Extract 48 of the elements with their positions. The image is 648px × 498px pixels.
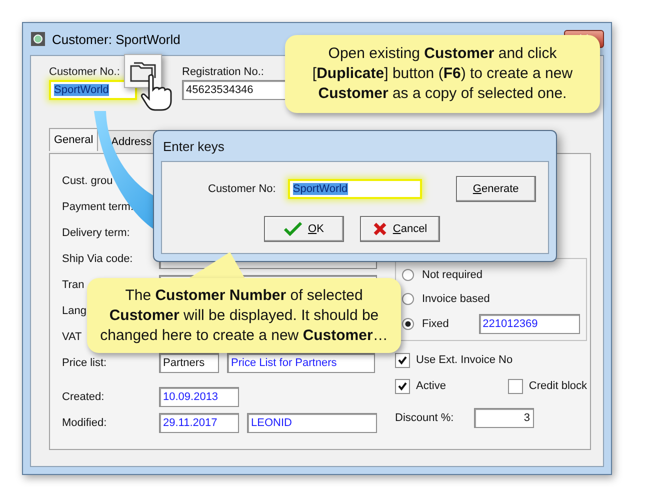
field-label: Ship Via code:	[62, 253, 133, 265]
hint-tooltip: Open existing Customer and click [Duplicate] button (F6) to create a new Customer as a copy of selected one.	[285, 35, 600, 113]
field-label: Lang	[62, 305, 86, 317]
field-label: VAT	[62, 331, 82, 343]
duplicate-button[interactable]	[124, 54, 162, 88]
checkbox-label: Use Ext. Invoice No	[416, 354, 513, 366]
modified-by-field[interactable]: LEONID	[247, 413, 377, 433]
field-label: Cust. grou	[62, 175, 113, 187]
price-list-name-field[interactable]: Price List for Partners	[227, 353, 375, 373]
field-label: Discount %:	[395, 412, 455, 424]
radio-button[interactable]	[402, 318, 414, 330]
app-icon	[30, 31, 46, 47]
window-title: Customer: SportWorld	[52, 32, 180, 46]
field-label: Customer No.:	[49, 66, 121, 78]
field-label: Customer No:	[208, 183, 276, 195]
checkbox[interactable]	[395, 378, 410, 394]
checkbox-label: Active	[416, 380, 446, 392]
folder-icon	[130, 60, 156, 82]
dialog-title: Enter keys	[162, 138, 226, 156]
discount-field[interactable]: 3	[474, 408, 534, 428]
price-list-code-field[interactable]: Partners	[159, 353, 219, 373]
field-label: Modified:	[62, 417, 107, 429]
checkbox[interactable]	[508, 378, 523, 394]
radio-label: Fixed	[422, 318, 450, 330]
field-label: Payment term:	[62, 201, 134, 213]
field-label: Registration No.:	[182, 66, 265, 78]
customer-no-field[interactable]: SportWorld	[49, 80, 137, 100]
cancel-button[interactable]: Cancel	[360, 216, 440, 242]
hand-cursor-icon	[140, 74, 174, 112]
field-label: Delivery term:	[62, 227, 130, 239]
checkbox-label: Credit block	[528, 380, 587, 392]
created-date-field[interactable]: 10.09.2013	[159, 387, 239, 407]
check-icon	[284, 222, 302, 236]
field-label: Created:	[62, 391, 104, 403]
tab[interactable]: General	[49, 128, 98, 151]
ok-button[interactable]: OK	[264, 216, 344, 242]
cross-icon	[372, 222, 387, 236]
radio-label: Invoice based	[422, 293, 490, 306]
radio-label: Not required	[422, 269, 483, 282]
customer-no-field[interactable]: SportWorld	[288, 179, 422, 199]
radio-button[interactable]	[402, 293, 414, 306]
modified-date-field[interactable]: 29.11.2017	[159, 413, 239, 433]
field-label: Price list:	[62, 357, 107, 369]
field-label: Tran	[62, 279, 84, 291]
radio-button[interactable]	[402, 269, 414, 282]
generate-button[interactable]: Generate	[456, 176, 536, 202]
reference-no-field[interactable]: 221012369	[478, 314, 580, 334]
checkbox[interactable]	[395, 352, 410, 368]
